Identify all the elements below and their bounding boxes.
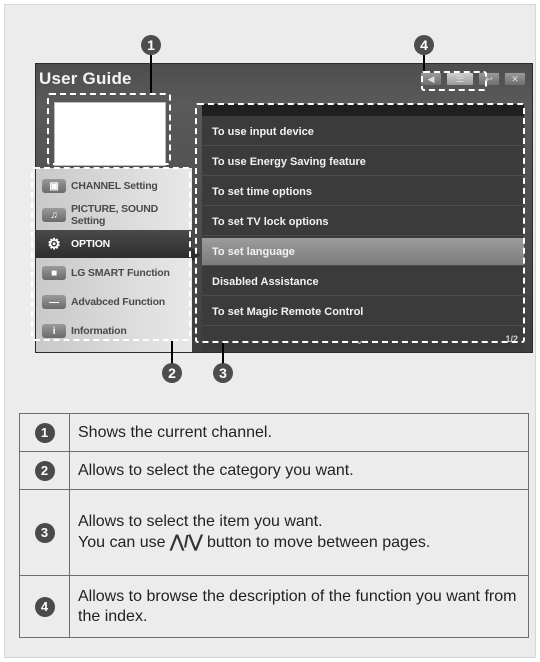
callout-box-3 [195,103,525,343]
row-description: Allows to select the category you want. [69,451,529,490]
row-text-line2a: You can use [78,534,166,551]
callout-badge-2: 2 [162,363,182,383]
leader-line-1 [150,55,152,93]
leader-line-4 [423,55,425,71]
table-row: 4 Allows to browse the description of th… [19,575,529,638]
leader-line-2 [171,341,173,365]
row-description: Shows the current channel. [69,413,529,452]
row-description: Allows to select the item you want. You … [69,489,529,576]
callout-box-2 [31,167,191,341]
row-text-line1: Allows to select the item you want. [78,513,323,530]
row-number: 4 [19,575,70,638]
page-up-down-icon: ⋀/⋁ [169,532,203,551]
close-icon[interactable]: ✕ [504,72,526,86]
row-number: 2 [19,451,70,490]
legend-table: 1 Shows the current channel. 2 Allows to… [19,413,529,638]
leader-line-3 [222,343,224,365]
row-text-line2b: button to move between pages. [207,534,431,551]
row-number: 3 [19,489,70,576]
callout-badge-3: 3 [213,363,233,383]
row-number: 1 [19,413,70,452]
row-description: Allows to browse the description of the … [69,575,529,638]
callout-badge-1: 1 [141,35,161,55]
callout-box-1 [47,93,171,165]
guide-page: User Guide ◀ ☰ ↩ ✕ ▣ CHANNEL Setting ♫ P… [4,4,536,658]
table-row: 3 Allows to select the item you want. Yo… [19,489,529,576]
table-row: 1 Shows the current channel. [19,413,529,452]
screen-title: User Guide [39,69,132,88]
table-row: 2 Allows to select the category you want… [19,451,529,490]
callout-box-4 [421,71,487,91]
callout-badge-4: 4 [414,35,434,55]
